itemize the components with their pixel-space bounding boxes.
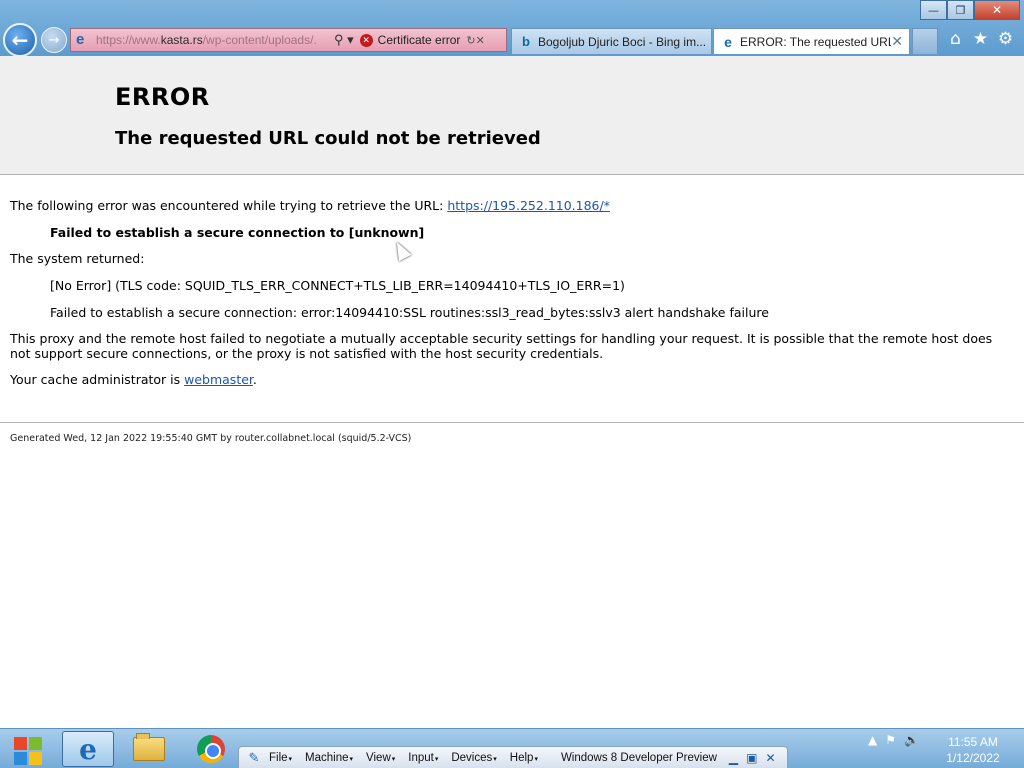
folder-icon [133, 733, 165, 761]
vm-title: Windows 8 Developer Preview [560, 751, 717, 764]
menu-view[interactable]: View [366, 752, 395, 764]
taskbar-internet-explorer[interactable]: e [62, 731, 114, 767]
tls-error-code: [No Error] (TLS code: SQUID_TLS_ERR_CONN… [50, 278, 625, 293]
minimize-button[interactable]: — [920, 0, 947, 20]
address-bar[interactable]: e https://www.kasta.rs/wp-content/upload… [70, 28, 507, 52]
taskbar: e ✎ File Machine View Input Devices Help… [0, 728, 1024, 768]
tab-close-icon[interactable]: ✕ [891, 33, 909, 50]
generated-footer: Generated Wed, 12 Jan 2022 19:55:40 GMT … [10, 433, 412, 444]
requested-url-link[interactable]: https://195.252.110.186/* [447, 198, 610, 213]
cache-admin-line: Your cache administrator is webmaster. [10, 372, 257, 387]
forward-button[interactable]: → [41, 27, 67, 53]
vm-close-icon[interactable]: ✕ [765, 751, 775, 765]
vm-fullscreen-icon[interactable]: ▣ [746, 751, 757, 765]
chrome-icon [197, 735, 225, 763]
failed-connection-message: Failed to establish a secure connection … [50, 225, 425, 240]
refresh-stop-icon[interactable]: ↻✕ [466, 34, 484, 47]
browser-chrome: — ❐ ✕ ← → e https://www.kasta.rs/wp-cont… [0, 0, 1024, 57]
url-field[interactable]: https://www.kasta.rs/wp-content/uploads/… [96, 33, 330, 47]
favorites-star-icon[interactable]: ★ [971, 28, 990, 50]
restore-button[interactable]: ❐ [947, 0, 974, 20]
error-title: ERROR [115, 83, 210, 111]
back-arrow-icon: ← [11, 28, 29, 52]
error-header: ERROR The requested URL could not be ret… [0, 56, 1024, 175]
menu-machine[interactable]: Machine [305, 752, 353, 764]
settings-gear-icon[interactable]: ⚙ [996, 28, 1015, 50]
certificate-error-label[interactable]: Certificate error [378, 33, 461, 47]
intro-paragraph: The following error was encountered whil… [10, 198, 610, 213]
new-tab-button[interactable] [912, 28, 938, 54]
footer-divider [0, 422, 1024, 423]
menu-devices[interactable]: Devices [451, 752, 496, 764]
certificate-error-icon[interactable]: ✕ [359, 33, 373, 47]
tab-label: Bogoljub Djuric Boci - Bing im... [538, 34, 707, 49]
ssl-error-detail: Failed to establish a secure connection:… [50, 305, 769, 320]
menu-input[interactable]: Input [408, 752, 438, 764]
ie-icon: e [79, 732, 97, 766]
windows-logo-quad [29, 752, 42, 765]
tab-error-page[interactable]: e ERROR: The requested URL ... ✕ [713, 28, 910, 54]
window-controls: — ❐ ✕ [920, 0, 1020, 20]
error-subtitle: The requested URL could not be retrieved [115, 128, 541, 149]
back-button[interactable]: ← [3, 23, 37, 57]
virtualbox-menubar: ✎ File Machine View Input Devices Help W… [238, 746, 788, 768]
vm-minimize-icon[interactable]: ▁ [729, 751, 738, 765]
forward-arrow-icon: → [48, 32, 60, 48]
system-tray: ▲ ⚑ 🔊 [868, 733, 919, 747]
pin-icon[interactable]: ✎ [239, 750, 269, 766]
intro-text: The following error was encountered whil… [10, 198, 448, 213]
windows-logo-quad [14, 752, 27, 765]
ie-icon: e [724, 33, 732, 50]
ie-page-icon: e [76, 31, 85, 48]
search-dropdown-icon[interactable]: ⚲ ▾ [330, 32, 360, 48]
browser-toolbar-icons: ⌂ ★ ⚙ [946, 28, 1015, 50]
home-icon[interactable]: ⌂ [946, 28, 965, 50]
taskbar-chrome[interactable] [186, 733, 236, 765]
system-returned-label: The system returned: [10, 251, 145, 266]
taskbar-explorer[interactable] [125, 733, 173, 765]
clock-date: 1/12/2022 [946, 751, 1000, 765]
windows-logo-icon [14, 737, 27, 750]
start-button[interactable] [4, 733, 50, 767]
bing-icon: b [522, 34, 530, 49]
admin-suffix: . [252, 372, 257, 387]
mouse-cursor-icon [390, 238, 412, 262]
proxy-explanation: This proxy and the remote host failed to… [10, 331, 993, 361]
tab-bing-images[interactable]: b Bogoljub Djuric Boci - Bing im... [511, 28, 712, 54]
admin-prefix: Your cache administrator is [10, 372, 185, 387]
error-page: ERROR The requested URL could not be ret… [0, 56, 1024, 728]
close-window-button[interactable]: ✕ [974, 0, 1020, 20]
clock[interactable]: 11:55 AM 1/12/2022 [935, 734, 1011, 766]
volume-icon[interactable]: 🔊 [904, 733, 919, 747]
show-hidden-icons-icon[interactable]: ▲ [868, 733, 877, 747]
menu-file[interactable]: File [269, 752, 292, 764]
webmaster-link[interactable]: webmaster [184, 372, 253, 387]
clock-time: 11:55 AM [948, 735, 998, 749]
windows-logo-quad [29, 737, 42, 750]
network-icon[interactable]: ⚑ [885, 733, 896, 747]
tab-label: ERROR: The requested URL ... [740, 34, 892, 49]
menu-help[interactable]: Help [510, 752, 538, 764]
